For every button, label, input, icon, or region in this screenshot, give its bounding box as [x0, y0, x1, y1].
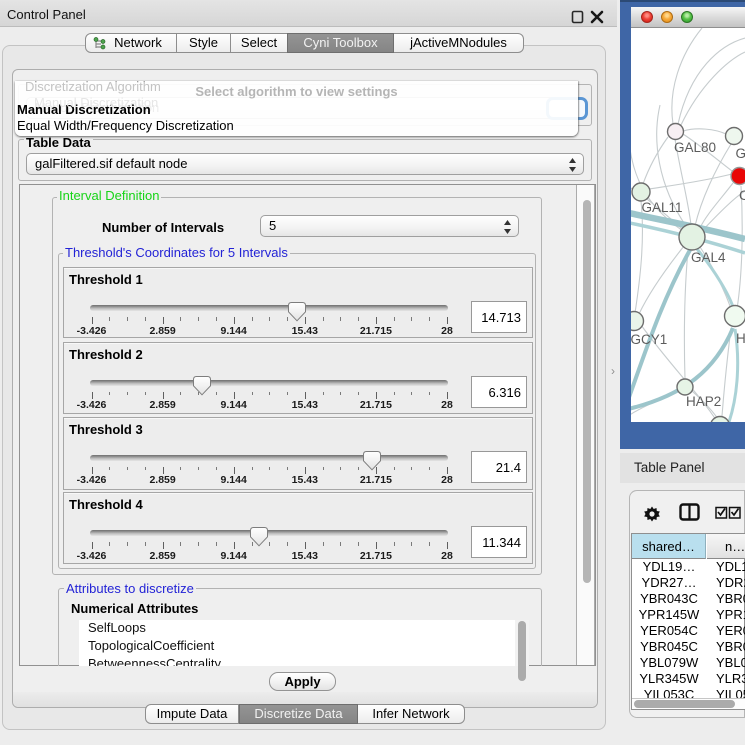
- svg-text:GA: GA: [736, 146, 745, 161]
- svg-text:HAP2: HAP2: [686, 394, 721, 409]
- svg-text:C: C: [739, 188, 745, 203]
- svg-text:GAL4: GAL4: [691, 250, 726, 265]
- svg-text:H: H: [736, 331, 745, 346]
- svg-text:GAL11: GAL11: [642, 200, 683, 215]
- svg-text:GCY1: GCY1: [631, 332, 667, 347]
- svg-text:GAL80: GAL80: [674, 140, 716, 155]
